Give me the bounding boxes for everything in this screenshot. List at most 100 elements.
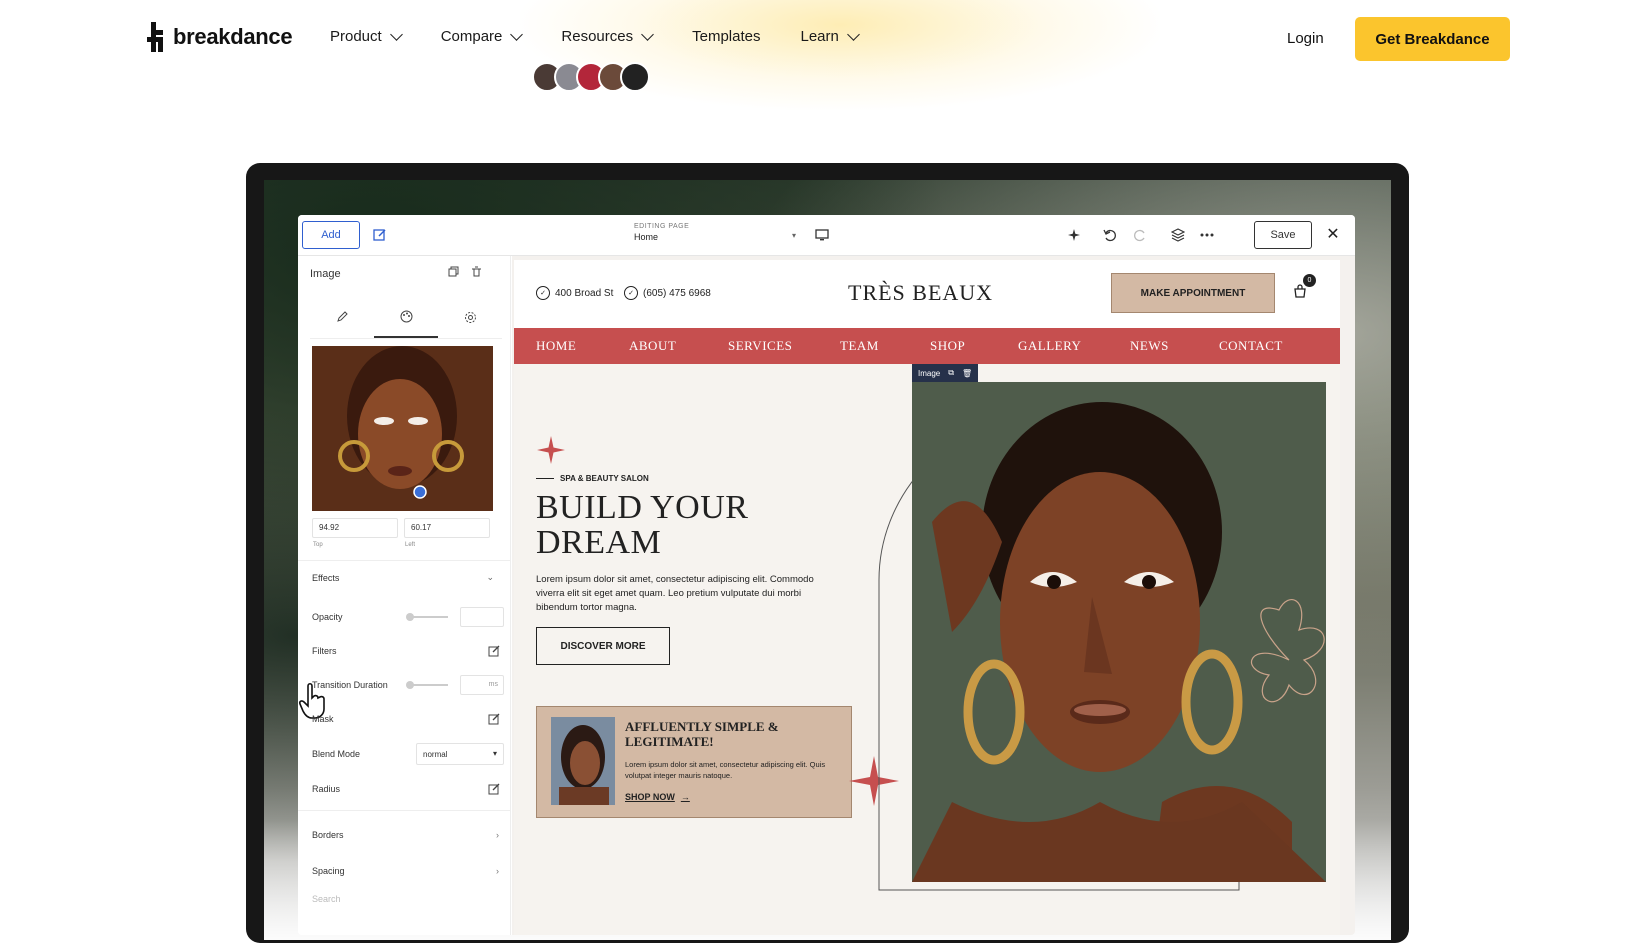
- transition-input[interactable]: ms: [460, 675, 504, 695]
- transition-slider[interactable]: [406, 681, 448, 689]
- site-nav-about[interactable]: ABOUT: [629, 338, 676, 354]
- shop-now-link[interactable]: SHOP NOW →: [625, 792, 690, 802]
- layers-icon[interactable]: [1168, 225, 1188, 245]
- close-icon[interactable]: ✕: [1322, 223, 1344, 245]
- position-top-input[interactable]: 94.92: [312, 518, 398, 538]
- site-address: ✓ 400 Broad St: [536, 286, 613, 300]
- edit-icon[interactable]: [368, 223, 392, 247]
- tab-settings[interactable]: [438, 296, 502, 338]
- phone-text: (605) 475 6968: [643, 287, 711, 299]
- image-preview[interactable]: [312, 346, 493, 511]
- site-nav: HOME ABOUT SERVICES TEAM SHOP GALLERY NE…: [514, 328, 1340, 364]
- nav-resources-label: Resources: [561, 28, 634, 45]
- divider: [298, 560, 510, 561]
- avatar: [620, 62, 650, 92]
- duplicate-icon[interactable]: ⧉: [948, 368, 954, 378]
- editing-page-value: Home: [634, 232, 659, 242]
- trash-icon[interactable]: 🗑: [962, 369, 972, 378]
- hero-title: BUILD YOUR DREAM: [536, 489, 749, 561]
- more-icon[interactable]: [1197, 225, 1217, 245]
- divider: [298, 810, 510, 811]
- redo-icon[interactable]: [1130, 225, 1150, 245]
- panel-search-placeholder: Search: [312, 894, 341, 904]
- opacity-input[interactable]: [460, 607, 504, 627]
- check-circle-icon: ✓: [624, 286, 638, 300]
- nav-resources[interactable]: Resources: [561, 27, 654, 45]
- arrow-right-icon: →: [680, 792, 690, 802]
- nav-compare-label: Compare: [440, 28, 503, 45]
- filters-label: Filters: [312, 646, 337, 656]
- hero-tagline: SPA & BEAUTY SALON: [536, 474, 649, 483]
- position-top-label: Top: [313, 542, 323, 548]
- panel-tabs: [310, 296, 502, 339]
- desktop-icon[interactable]: [812, 225, 832, 245]
- panel-actions: [448, 266, 482, 277]
- site-nav-gallery[interactable]: GALLERY: [1018, 338, 1081, 354]
- sparkle-icon: [537, 436, 565, 464]
- site-brand[interactable]: TRÈS BEAUX: [848, 280, 993, 306]
- make-appointment-button[interactable]: MAKE APPOINTMENT: [1111, 273, 1275, 313]
- duplicate-icon[interactable]: [448, 266, 459, 277]
- tab-design[interactable]: [374, 296, 438, 338]
- portrait-thumbnail: [312, 346, 493, 511]
- site-nav-services[interactable]: SERVICES: [728, 338, 792, 354]
- nav-product-label: Product: [330, 28, 382, 45]
- chevron-down-icon: [389, 27, 403, 41]
- effects-section-header[interactable]: Effects ⌄: [312, 572, 502, 583]
- hero-text: Lorem ipsum dolor sit amet, consectetur …: [536, 574, 814, 613]
- chevron-down-icon: [510, 27, 524, 41]
- trash-icon[interactable]: [471, 266, 482, 277]
- site-nav-team[interactable]: TEAM: [840, 338, 879, 354]
- login-link[interactable]: Login: [1287, 30, 1324, 47]
- blend-mode-row: Blend Mode normal ▾: [312, 743, 504, 765]
- editing-page-select[interactable]: EDITING PAGE Home ▾: [634, 223, 798, 242]
- edit-icon[interactable]: [488, 783, 500, 795]
- blend-mode-select[interactable]: normal ▾: [416, 743, 504, 765]
- cart-icon[interactable]: 0: [1293, 274, 1316, 298]
- site-nav-home[interactable]: HOME: [536, 338, 576, 354]
- slider-knob[interactable]: [406, 681, 414, 689]
- breakdance-logo-icon: [147, 22, 163, 52]
- panel-search[interactable]: Search: [312, 888, 502, 910]
- site-nav-news[interactable]: NEWS: [1130, 338, 1169, 354]
- position-left-input[interactable]: 60.17: [404, 518, 490, 538]
- tab-content[interactable]: [310, 296, 374, 338]
- nav-templates[interactable]: Templates: [692, 28, 760, 45]
- blend-mode-value: normal: [423, 750, 448, 759]
- slider-knob[interactable]: [406, 613, 414, 621]
- address-text: 400 Broad St: [555, 287, 614, 299]
- site-phone: ✓ (605) 475 6968: [624, 286, 711, 300]
- spacing-section[interactable]: Spacing ›: [312, 860, 502, 882]
- nav-product[interactable]: Product: [330, 27, 403, 45]
- chevron-down-icon: ⌄: [486, 572, 494, 582]
- ai-sparkle-icon[interactable]: [1064, 225, 1084, 245]
- edit-icon[interactable]: [488, 645, 500, 657]
- site-nav-contact[interactable]: CONTACT: [1219, 338, 1283, 354]
- promo-card: AFFLUENTLY SIMPLE & LEGITIMATE! Lorem ip…: [536, 706, 852, 818]
- top-navigation: breakdance Product Compare Resources Tem…: [0, 0, 1652, 78]
- palette-icon: [400, 310, 412, 322]
- caret-down-icon: ▾: [791, 231, 796, 240]
- site-nav-shop[interactable]: SHOP: [930, 338, 965, 354]
- site-preview: ✓ 400 Broad St ✓ (605) 475 6968 TRÈS BEA…: [514, 260, 1340, 935]
- borders-label: Borders: [312, 830, 344, 840]
- mask-label: Mask: [312, 714, 334, 724]
- discover-more-button[interactable]: DISCOVER MORE: [536, 627, 670, 665]
- add-button[interactable]: Add: [302, 221, 360, 249]
- chevron-down-icon: [846, 27, 860, 41]
- undo-icon[interactable]: [1100, 225, 1120, 245]
- borders-section[interactable]: Borders ›: [312, 824, 502, 846]
- opacity-row: Opacity: [312, 606, 504, 628]
- element-badge[interactable]: Image ⧉ 🗑: [912, 364, 979, 382]
- chevron-right-icon: ›: [496, 866, 499, 876]
- properties-panel: Image 94.92 Top 60.17 Left Effects ⌄ Opa…: [298, 256, 511, 935]
- opacity-slider[interactable]: [406, 613, 448, 621]
- breakdance-logo[interactable]: breakdance: [145, 22, 293, 52]
- nav-compare[interactable]: Compare: [440, 27, 524, 45]
- transition-row: Transition Duration ms: [312, 674, 504, 696]
- edit-icon[interactable]: [488, 713, 500, 725]
- save-button[interactable]: Save: [1254, 221, 1312, 249]
- flower-outline-decoration: [1251, 599, 1325, 703]
- get-breakdance-button[interactable]: Get Breakdance: [1355, 17, 1510, 61]
- nav-learn[interactable]: Learn: [800, 27, 860, 45]
